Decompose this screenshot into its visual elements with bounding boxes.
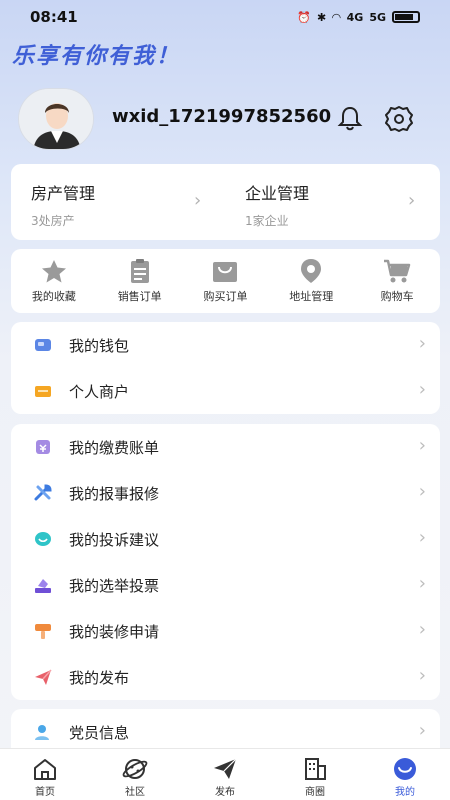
shortcut-label: 购买订单: [203, 290, 248, 303]
bill-icon: [36, 440, 50, 454]
chevron-right-icon: ›: [418, 619, 426, 640]
shortcut-bar: 我的收藏 销售订单 购买订单 地址管理 购物车: [11, 249, 440, 313]
member-icon: [35, 725, 49, 740]
menu-label: 我的发布: [69, 669, 130, 687]
menu-label: 我的装修申请: [69, 623, 160, 641]
profile-header: wxid_1721997852560: [18, 88, 438, 150]
building-icon: [305, 758, 326, 780]
chevron-right-icon: ›: [194, 190, 202, 211]
star-icon: [41, 260, 66, 283]
menu-item-publish[interactable]: 我的发布 ›: [11, 654, 440, 700]
shortcut-label: 购物车: [380, 290, 414, 303]
community-icon: [122, 759, 148, 779]
alarm-icon: ⏰: [297, 10, 311, 24]
chevron-right-icon: ›: [418, 481, 426, 502]
enterprise-management[interactable]: 企业管理 1家企业: [245, 180, 435, 229]
tab-community[interactable]: 社区: [90, 749, 180, 800]
merchant-icon: [35, 386, 51, 397]
enterprise-count: 1家企业: [245, 214, 289, 228]
menu-label: 我的投诉建议: [69, 531, 160, 549]
menu-item-wallet[interactable]: 我的钱包 ›: [11, 322, 440, 368]
menu-label: 我的钱包: [69, 337, 130, 355]
menu-item-complaint[interactable]: 我的投诉建议 ›: [11, 516, 440, 562]
chevron-right-icon: ›: [418, 333, 426, 354]
status-time: 08:41: [30, 8, 78, 26]
bluetooth-icon: ✱: [316, 10, 327, 24]
shortcut-label: 销售订单: [117, 290, 162, 303]
shortcut-address[interactable]: 地址管理: [268, 249, 354, 313]
chevron-right-icon: ›: [408, 190, 416, 211]
tab-label: 我的: [395, 787, 415, 798]
tab-label: 社区: [125, 787, 145, 798]
shortcut-sales-orders[interactable]: 销售订单: [97, 249, 183, 313]
menu-label: 党员信息: [69, 724, 130, 742]
tab-publish[interactable]: 发布: [180, 749, 270, 800]
chevron-right-icon: ›: [418, 379, 426, 400]
menu-item-merchant[interactable]: 个人商户 ›: [11, 368, 440, 414]
menu-item-bills[interactable]: 我的缴费账单 ›: [11, 424, 440, 470]
tab-business[interactable]: 商圈: [270, 749, 360, 800]
bell-icon[interactable]: [336, 104, 364, 132]
wifi-icon: ◠: [332, 10, 341, 24]
avatar[interactable]: [18, 88, 96, 150]
clipboard-icon: [130, 259, 149, 283]
vote-icon: [35, 579, 51, 593]
publish-icon: [35, 669, 52, 685]
home-icon: [34, 759, 56, 780]
send-icon: [214, 758, 237, 779]
wallet-card: 我的钱包 › 个人商户 ›: [11, 322, 440, 414]
tab-mine[interactable]: 我的: [360, 749, 450, 800]
wallet-icon: [35, 339, 51, 351]
tab-label: 发布: [215, 787, 235, 798]
chevron-right-icon: ›: [418, 665, 426, 686]
shortcut-label: 我的收藏: [31, 290, 76, 303]
estate-card: 房产管理 3处房产 › 企业管理 1家企业 ›: [11, 164, 440, 240]
network-4g: 4G: [346, 10, 364, 24]
tab-home[interactable]: 首页: [0, 749, 90, 800]
battery-icon: [392, 11, 420, 23]
status-icons: ⏰ ✱ ◠ 4G 5G: [297, 11, 420, 24]
property-management-title: 房产管理: [31, 184, 96, 203]
menu-item-decoration[interactable]: 我的装修申请 ›: [11, 608, 440, 654]
services-card: 我的缴费账单 › 我的报事报修 › 我的投诉建议 › 我的选举投票 › 我的装修…: [11, 424, 440, 700]
shortcut-favorites[interactable]: 我的收藏: [11, 249, 97, 313]
status-bar: 08:41 ⏰ ✱ ◠ 4G 5G: [0, 0, 450, 34]
slogan: 乐享有你有我！: [12, 44, 181, 69]
decoration-icon: [35, 624, 51, 639]
network-5g: 5G: [369, 10, 386, 24]
cart-icon: [384, 259, 411, 283]
bottom-tabbar: 首页 社区 发布 商圈 我的: [0, 748, 450, 800]
mine-icon: [394, 758, 416, 780]
username: wxid_1721997852560: [112, 106, 332, 127]
location-pin-icon: [301, 259, 322, 283]
shortcut-label: 地址管理: [289, 290, 334, 303]
gear-icon[interactable]: [384, 104, 414, 134]
tab-label: 商圈: [305, 787, 325, 798]
property-management[interactable]: 房产管理 3处房产: [31, 180, 221, 229]
chevron-right-icon: ›: [418, 527, 426, 548]
menu-label: 我的缴费账单: [69, 439, 160, 457]
menu-label: 个人商户: [69, 383, 130, 401]
chevron-right-icon: ›: [418, 573, 426, 594]
enterprise-management-title: 企业管理: [245, 184, 310, 203]
menu-label: 我的选举投票: [69, 577, 160, 595]
property-count: 3处房产: [31, 214, 75, 228]
shortcut-cart[interactable]: 购物车: [354, 249, 440, 313]
repair-icon: [34, 484, 52, 501]
chevron-right-icon: ›: [418, 435, 426, 456]
menu-item-vote[interactable]: 我的选举投票 ›: [11, 562, 440, 608]
shortcut-purchase-orders[interactable]: 购买订单: [183, 249, 269, 313]
chevron-right-icon: ›: [418, 720, 426, 741]
shopping-bag-icon: [213, 262, 238, 282]
tab-label: 首页: [35, 787, 55, 798]
menu-item-repair[interactable]: 我的报事报修 ›: [11, 470, 440, 516]
menu-label: 我的报事报修: [69, 485, 160, 503]
complaint-icon: [35, 532, 51, 546]
